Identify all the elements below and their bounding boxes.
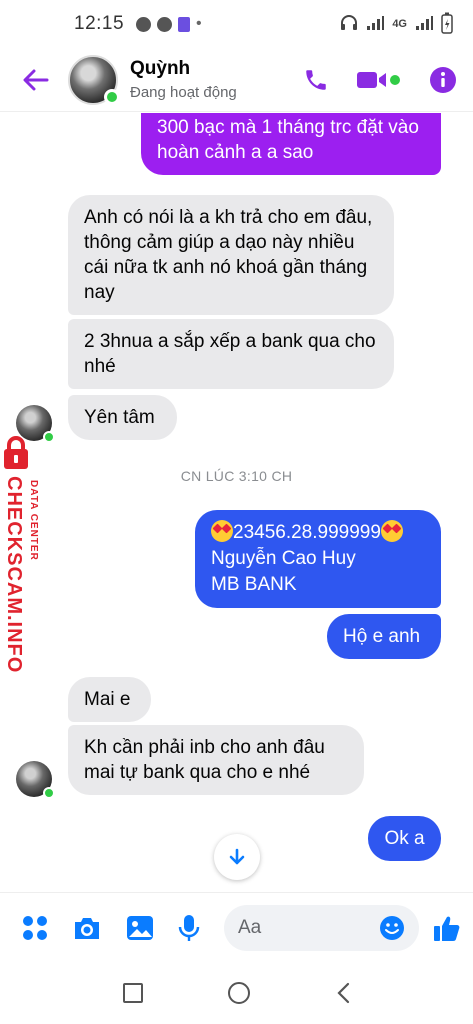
contact-avatar[interactable]	[68, 54, 120, 105]
message-composer	[0, 892, 473, 962]
info-button[interactable]	[429, 66, 457, 94]
system-icons: 4G	[340, 12, 453, 37]
message-incoming[interactable]: Mai e	[68, 677, 151, 722]
emoji-button[interactable]	[379, 915, 405, 941]
message-text: Yên tâm	[84, 407, 155, 428]
message-outgoing[interactable]: Hộ e anh	[327, 614, 441, 659]
message-list[interactable]: 300 bạc mà 1 tháng trc đặt vào hoàn cảnh…	[0, 113, 473, 891]
watermark: CHECKSCAM.INFO DATA CENTER	[0, 436, 48, 673]
home-button[interactable]	[228, 982, 251, 1004]
gallery-button[interactable]	[126, 915, 154, 941]
signal-icon	[415, 15, 433, 34]
message-text: 23456.28.999999	[233, 522, 381, 543]
video-icon	[357, 71, 400, 88]
apps-icon	[23, 915, 47, 940]
message-line: 23456.28.999999	[211, 520, 425, 546]
scroll-down-icon	[229, 848, 245, 865]
message-text: 2 3hnua a sắp xếp a bank qua cho nhé	[84, 331, 376, 377]
message-outgoing[interactable]: 300 bạc mà 1 tháng trc đặt vào hoàn cảnh…	[141, 113, 441, 175]
like-button[interactable]	[433, 914, 461, 942]
info-icon	[430, 66, 456, 93]
online-indicator	[43, 787, 55, 799]
message-text: Mai e	[84, 689, 131, 710]
message-text: Ok a	[384, 828, 425, 849]
message-text: 300 bạc mà 1 tháng trc đặt vào hoàn cảnh…	[157, 117, 419, 163]
contact-info[interactable]: Quỳnh Đang hoạt động	[130, 58, 237, 101]
message-line: MB BANK	[211, 574, 297, 595]
message-text: Hộ e anh	[343, 626, 421, 647]
camera-button[interactable]	[72, 915, 102, 941]
recent-apps-button[interactable]	[122, 983, 143, 1003]
heart-eyes-emoji-icon	[211, 520, 233, 542]
message-incoming[interactable]: Kh cần phải inb cho anh đâu mai tự bank …	[68, 725, 364, 795]
back-arrow-icon	[23, 69, 49, 90]
message-incoming[interactable]: Yên tâm	[68, 395, 177, 440]
back-nav-button[interactable]	[336, 982, 350, 1004]
more-notifications-icon: •	[196, 15, 202, 32]
messenger-notification-icon	[136, 16, 152, 32]
phone-icon	[306, 69, 326, 90]
message-outgoing[interactable]: 23456.28.999999 Nguyễn Cao Huy MB BANK	[195, 510, 441, 608]
scroll-down-button[interactable]	[214, 834, 260, 880]
message-timestamp: CN LÚC 3:10 CH	[180, 468, 293, 484]
header-actions	[303, 66, 457, 94]
message-text: Kh cần phải inb cho anh đâu mai tự bank …	[84, 737, 325, 783]
apps-button[interactable]	[22, 915, 48, 941]
contact-avatar-small[interactable]	[16, 761, 55, 799]
gallery-icon	[127, 915, 153, 940]
battery-icon	[441, 12, 453, 37]
online-indicator	[104, 88, 120, 105]
message-input[interactable]	[238, 916, 379, 939]
voice-call-button[interactable]	[303, 67, 329, 93]
heart-eyes-emoji-icon	[380, 520, 403, 542]
notification-icons: •	[136, 15, 202, 33]
message-incoming[interactable]: Anh có nói là a kh trả cho em đâu, thông…	[68, 195, 394, 315]
lock-notification-icon	[178, 16, 191, 32]
network-type-label: 4G	[392, 18, 407, 30]
chat-header: Quỳnh Đang hoạt động	[0, 48, 473, 112]
signal-icon	[366, 15, 385, 34]
message-incoming[interactable]: 2 3hnua a sắp xếp a bank qua cho nhé	[68, 319, 394, 389]
status-bar: 12:15 • 4G	[0, 0, 473, 48]
like-icon	[434, 916, 460, 941]
messenger-notification-icon	[157, 16, 173, 32]
video-call-button[interactable]	[355, 68, 403, 92]
watermark-subtitle: DATA CENTER	[28, 480, 39, 561]
back-chevron-icon	[337, 982, 350, 1004]
contact-status: Đang hoạt động	[130, 84, 237, 101]
message-input-box[interactable]	[224, 904, 419, 951]
lock-icon	[4, 436, 28, 469]
status-time: 12:15	[74, 13, 125, 34]
system-navigation-bar	[0, 962, 473, 1024]
headphones-icon	[340, 14, 358, 34]
mic-icon	[178, 914, 200, 941]
contact-name: Quỳnh	[130, 58, 191, 79]
voice-message-button[interactable]	[178, 914, 200, 942]
message-line: Nguyễn Cao Huy	[211, 548, 356, 569]
camera-icon	[75, 917, 99, 939]
watermark-title: CHECKSCAM.INFO	[3, 476, 25, 674]
message-outgoing[interactable]: Ok a	[368, 816, 441, 861]
message-text: Anh có nói là a kh trả cho em đâu, thông…	[84, 207, 373, 303]
back-button[interactable]	[16, 60, 56, 100]
emoji-icon	[380, 915, 404, 940]
